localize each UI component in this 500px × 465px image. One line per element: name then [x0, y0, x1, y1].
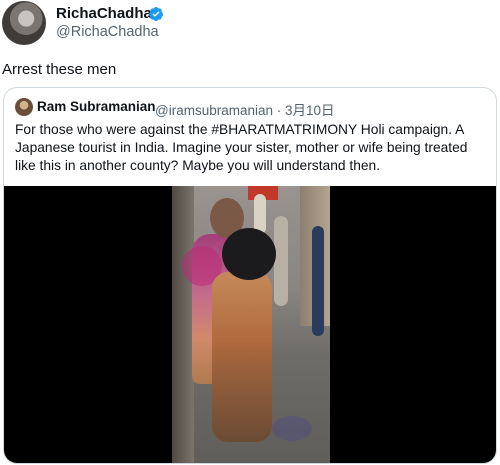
author-handle[interactable]: @RichaChadha [56, 24, 159, 40]
author-avatar[interactable] [2, 1, 46, 45]
quoted-author-avatar[interactable] [15, 98, 33, 116]
video-scene-person [212, 272, 272, 442]
quoted-author-handle[interactable]: @iramsubramanian [155, 103, 273, 118]
quoted-author-display-name[interactable]: Ram Subramanian [37, 99, 156, 114]
video-scene-bystander [274, 216, 288, 306]
video-frame[interactable] [172, 186, 330, 463]
tweet-text: Arrest these men [2, 61, 117, 78]
video-scene-bystander [312, 226, 324, 336]
video-scene-person-hair [222, 228, 276, 280]
quoted-date[interactable]: 3月10日 [285, 103, 335, 118]
quoted-tweet-text: For those who were against the #BHARATMA… [15, 122, 468, 173]
meta-separator: · [276, 103, 282, 118]
video-scene-ground-stain [272, 416, 312, 441]
video-scene-shopfront [172, 186, 194, 463]
tweet-header: RichaChadha @RichaChadha [0, 0, 500, 50]
verified-badge-icon [148, 7, 163, 21]
author-display-name[interactable]: RichaChadha [56, 5, 152, 22]
quoted-author-meta: @iramsubramanian · 3月10日 [155, 99, 335, 119]
quoted-tweet-card[interactable]: Ram Subramanian @iramsubramanian · 3月10日… [3, 87, 497, 464]
video-player[interactable] [4, 186, 496, 463]
